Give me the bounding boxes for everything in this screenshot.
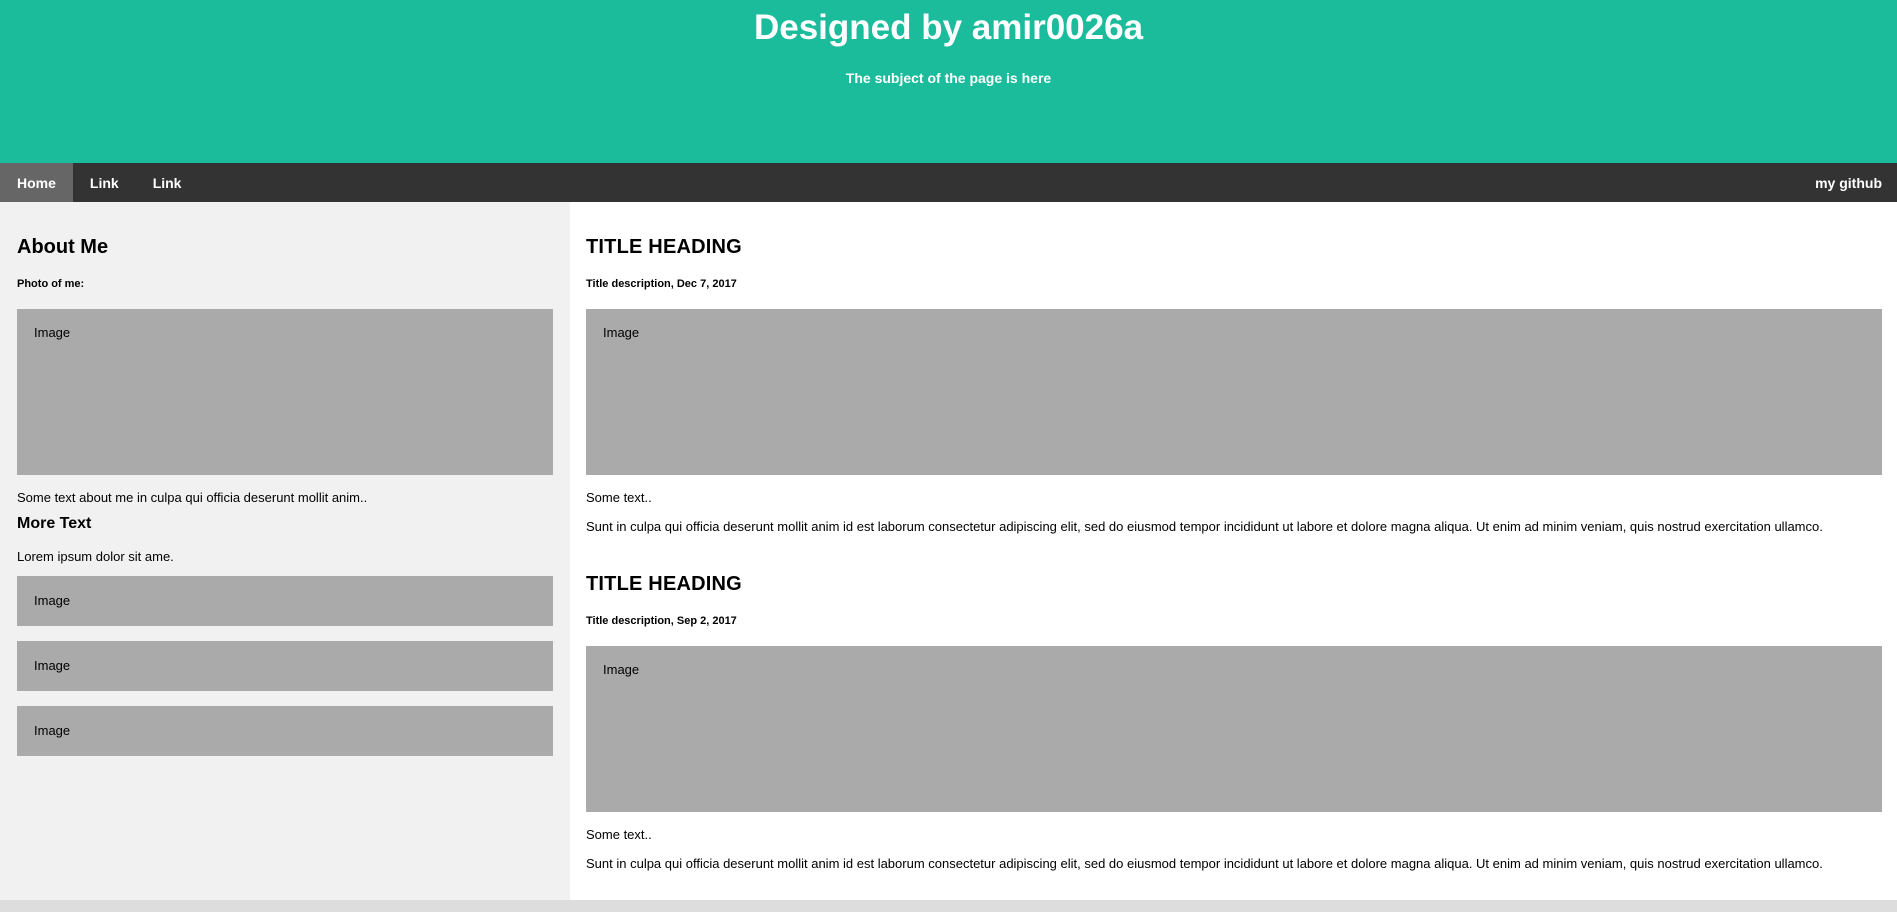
page-title: Designed by amir0026a bbox=[753, 8, 1144, 47]
more-text-heading: More Text bbox=[17, 515, 92, 532]
footer bbox=[0, 900, 1897, 912]
post-body: Sunt in culpa qui officia deserunt molli… bbox=[586, 856, 1823, 871]
post-description: Title description, Sep 2, 2017 bbox=[586, 615, 737, 627]
image-label: Image bbox=[34, 325, 71, 340]
lorem-text: Lorem ipsum dolor sit ame. bbox=[17, 549, 174, 564]
post-short-text: Some text.. bbox=[586, 490, 652, 505]
nav-link-2[interactable]: Link bbox=[136, 163, 199, 202]
image-label: Image bbox=[34, 658, 71, 673]
nav-github-link[interactable]: my github bbox=[1798, 163, 1897, 202]
image-label: Image bbox=[34, 723, 71, 738]
main-content: TITLE HEADING Title description, Dec 7, … bbox=[570, 202, 1897, 900]
side-image-placeholder: Image bbox=[17, 576, 553, 626]
content-row: About Me Photo of me: Image Some text ab… bbox=[0, 202, 1897, 900]
about-me-heading: About Me bbox=[17, 236, 109, 258]
post-short-text: Some text.. bbox=[586, 827, 652, 842]
post-title: TITLE HEADING bbox=[586, 236, 742, 258]
page-header: Designed by amir0026a The subject of the… bbox=[0, 0, 1897, 163]
nav-home-link[interactable]: Home bbox=[0, 163, 73, 202]
side-image-placeholder: Image bbox=[17, 706, 553, 756]
post-title: TITLE HEADING bbox=[586, 573, 742, 595]
image-label: Image bbox=[34, 593, 71, 608]
post-description: Title description, Dec 7, 2017 bbox=[586, 278, 737, 290]
post-image-placeholder: Image bbox=[586, 646, 1882, 812]
about-text: Some text about me in culpa qui officia … bbox=[17, 490, 368, 505]
image-label: Image bbox=[603, 662, 640, 677]
image-label: Image bbox=[603, 325, 640, 340]
sidebar: About Me Photo of me: Image Some text ab… bbox=[0, 202, 570, 900]
page-subtitle: The subject of the page is here bbox=[845, 70, 1052, 86]
navbar: Home Link Link my github bbox=[0, 163, 1897, 202]
post-body: Sunt in culpa qui officia deserunt molli… bbox=[586, 519, 1823, 534]
nav-link-1[interactable]: Link bbox=[73, 163, 136, 202]
side-image-placeholder: Image bbox=[17, 641, 553, 691]
post-image-placeholder: Image bbox=[586, 309, 1882, 475]
photo-label: Photo of me: bbox=[17, 278, 85, 290]
profile-photo-placeholder: Image bbox=[17, 309, 553, 475]
